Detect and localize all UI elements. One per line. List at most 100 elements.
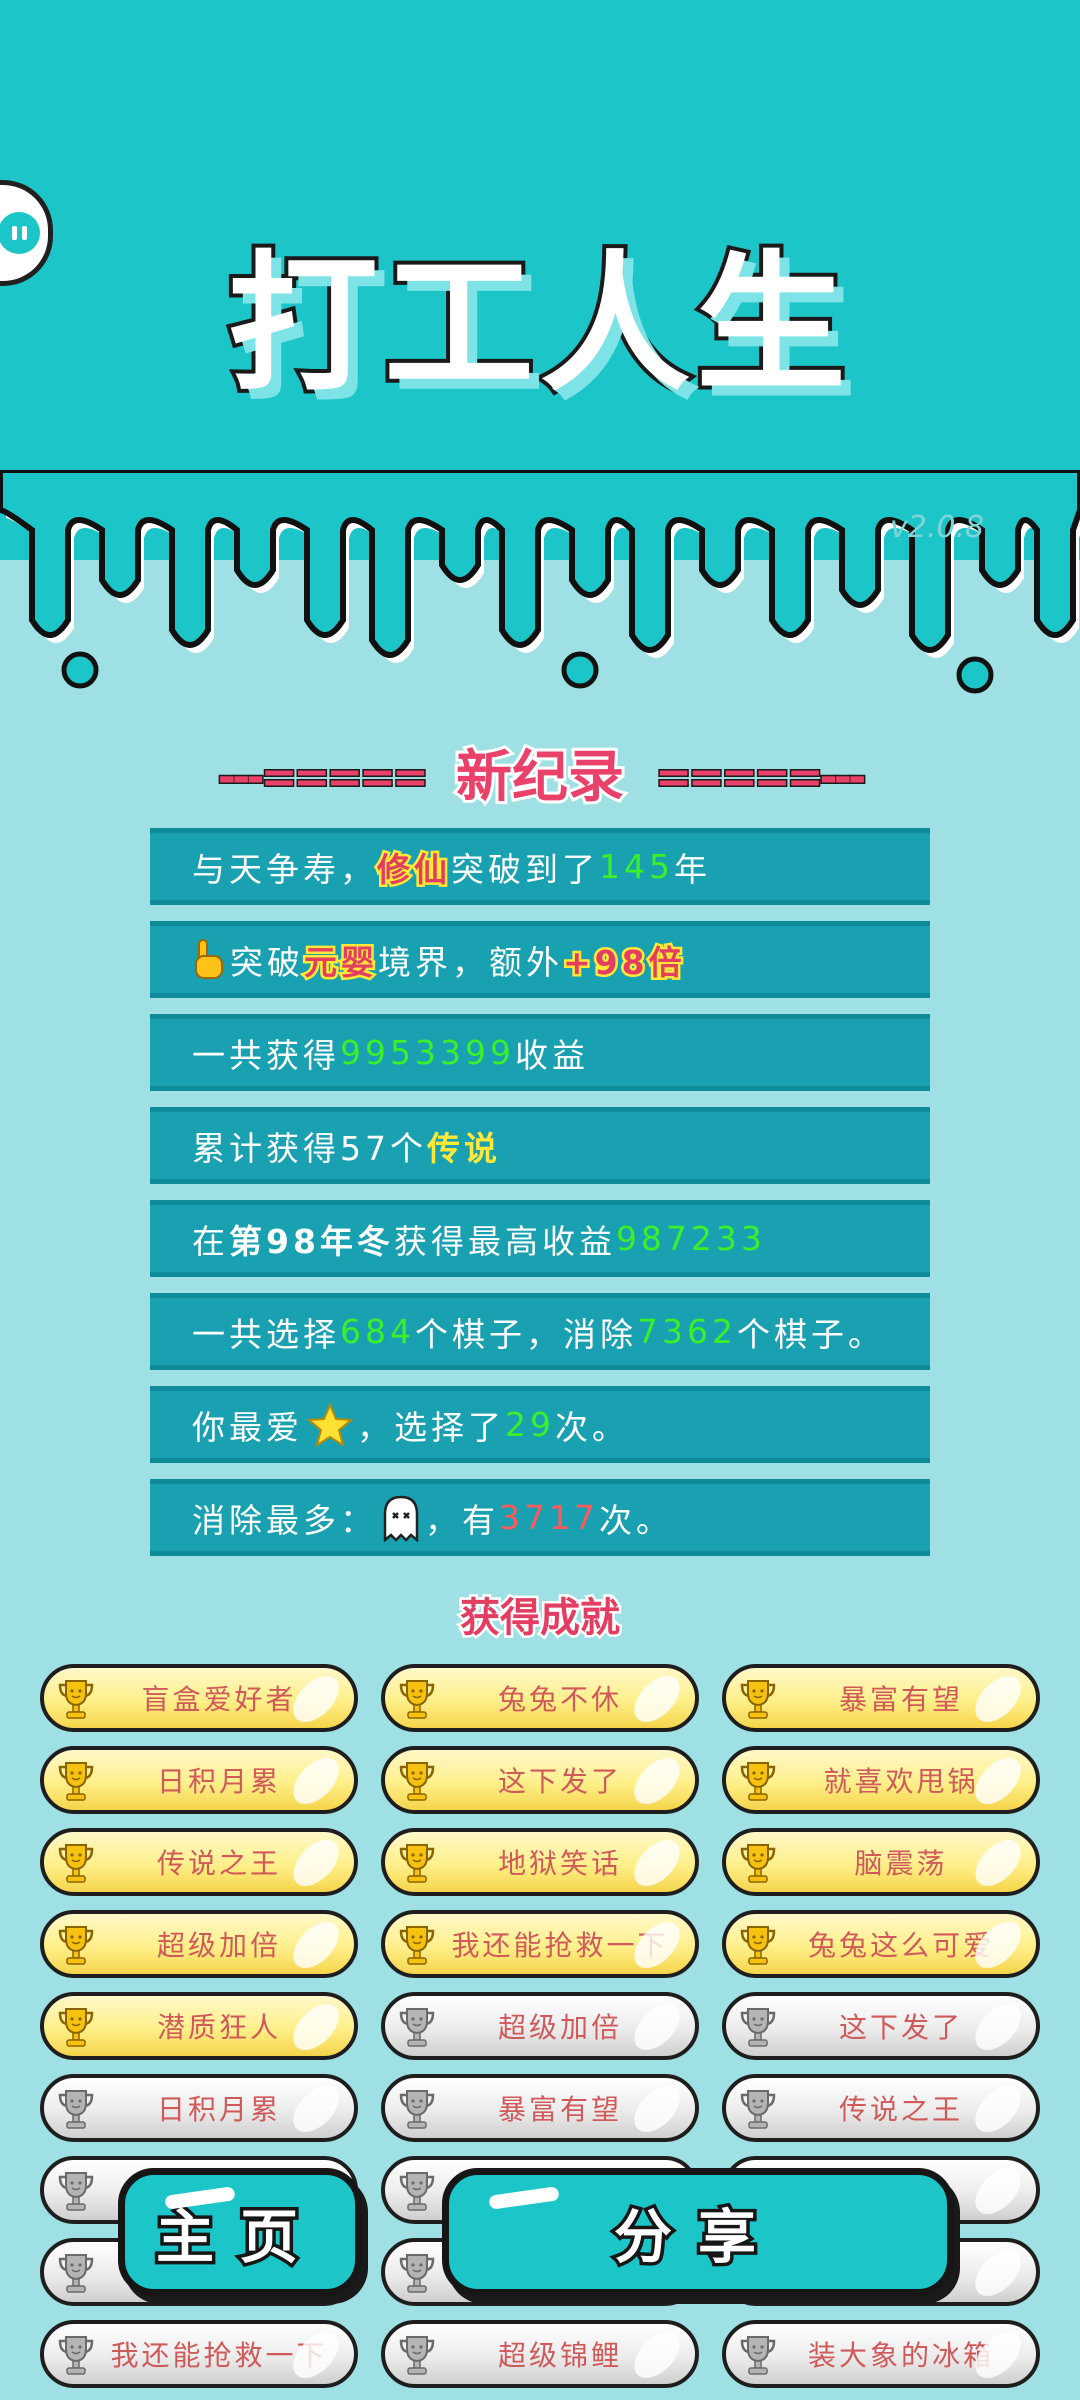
stat-text: 累计获得57个 [192, 1128, 427, 1168]
achievement-label: 盲盒爱好者 [141, 1683, 297, 1716]
trophy-icon [58, 1762, 94, 1801]
trophy-icon [58, 2336, 94, 2375]
trophy-icon [740, 1844, 776, 1883]
achievement-badge[interactable]: 脑震荡 [722, 1828, 1040, 1896]
stat-row-favorite: 你最爱 ，选择了 29 次。 [150, 1386, 930, 1463]
stat-number: 684 [340, 1312, 415, 1351]
achievement-label: 兔兔这么可爱 [807, 1929, 994, 1962]
achievement-label: 脑震荡 [854, 1847, 948, 1880]
stat-text: 个棋子，消除 [415, 1314, 637, 1354]
trophy-icon [399, 2336, 435, 2375]
stat-text: 在 [192, 1221, 229, 1261]
achievement-badge[interactable]: 传说之王 [40, 1828, 358, 1896]
trophy-icon [58, 1680, 94, 1719]
achievement-badge[interactable]: 我还能抢救一下 [381, 1910, 699, 1978]
stat-text: 一共获得 [192, 1035, 340, 1075]
stat-text: 消除最多： [192, 1500, 377, 1540]
badge-shine [285, 2086, 347, 2132]
trophy-icon [399, 1762, 435, 1801]
stat-text: ，选择了 [357, 1407, 505, 1447]
achievement-badge[interactable]: 日积月累 [40, 1746, 358, 1814]
star-icon [307, 1401, 353, 1447]
achievement-badge[interactable]: 装大象的冰箱 [722, 2320, 1040, 2388]
wave-drop [956, 656, 994, 694]
button-gloss [488, 2186, 560, 2210]
achievement-label: 日积月累 [156, 2093, 281, 2126]
achievement-badge[interactable]: 传说之王 [722, 2074, 1040, 2142]
badge-shine [967, 1676, 1029, 1722]
achievement-label: 超级锦鲤 [497, 2339, 622, 2372]
badge-shine [967, 1840, 1029, 1886]
stat-text: 突破 [230, 942, 304, 982]
achievement-badge[interactable]: 盲盒爱好者 [40, 1664, 358, 1732]
stat-row-pieces: 一共选择 684 个棋子，消除 7362 个棋子。 [150, 1293, 930, 1370]
achievement-badge[interactable]: 我还能抢救一下 [40, 2320, 358, 2388]
stat-row-total-income: 一共获得 9953399 收益 [150, 1014, 930, 1091]
achievement-label: 超级加倍 [156, 1929, 281, 1962]
trophy-icon [399, 2008, 435, 2047]
trophy-icon [399, 2172, 435, 2211]
stat-text: 次。 [555, 1407, 629, 1447]
badge-shine [285, 1758, 347, 1804]
trophy-icon [58, 1926, 94, 1965]
stat-text: 年 [674, 849, 711, 889]
achievement-badge[interactable]: 暴富有望 [722, 1664, 1040, 1732]
trophy-icon [58, 1844, 94, 1883]
stat-number: 7362 [637, 1312, 737, 1351]
trophy-icon [740, 2008, 776, 2047]
achievement-badge[interactable]: 日积月累 [40, 2074, 358, 2142]
stat-text: 收益 [514, 1035, 589, 1075]
achievement-badge[interactable]: 潜质狂人 [40, 1992, 358, 2060]
share-button[interactable]: 分享 [442, 2168, 954, 2296]
home-button[interactable]: 主页 [118, 2168, 362, 2296]
trophy-icon [58, 2172, 94, 2211]
badge-shine [967, 2086, 1029, 2132]
trophy-icon [740, 1680, 776, 1719]
achievement-label: 传说之王 [838, 2093, 963, 2126]
achievement-badge[interactable]: 地狱笑话 [381, 1828, 699, 1896]
pause-icon [0, 212, 40, 254]
achievement-badge[interactable]: 兔兔不休 [381, 1664, 699, 1732]
achievements-title: 获得成就 [458, 1593, 623, 1644]
stat-row-most-cleared: 消除最多： ，有 3717 次。 [150, 1479, 930, 1556]
badge-shine [626, 1840, 688, 1886]
achievement-label: 装大象的冰箱 [807, 2339, 994, 2372]
achievement-label: 就喜欢甩锅 [823, 1765, 979, 1798]
achievement-badge[interactable]: 超级加倍 [40, 1910, 358, 1978]
version-label: v2.0.8 [890, 510, 985, 545]
achievement-label: 潜质狂人 [156, 2011, 281, 2044]
badge-shine [626, 1676, 688, 1722]
stat-text: 你最爱 [192, 1407, 303, 1447]
trophy-icon [399, 2090, 435, 2129]
achievement-badge[interactable]: 超级锦鲤 [381, 2320, 699, 2388]
badge-shine [967, 2250, 1029, 2296]
achievement-badge[interactable]: 超级加倍 [381, 1992, 699, 2060]
stat-number: 987233 [615, 1219, 766, 1258]
share-button-label: 分享 [610, 2200, 782, 2275]
stat-highlight: 传说 [427, 1128, 501, 1168]
achievement-label: 暴富有望 [838, 1683, 963, 1716]
achievement-badge[interactable]: 就喜欢甩锅 [722, 1746, 1040, 1814]
achievement-label: 地狱笑话 [497, 1847, 622, 1880]
stat-text: 一共选择 [192, 1314, 340, 1354]
trophy-icon [58, 2008, 94, 2047]
achievement-label: 传说之王 [156, 1847, 281, 1880]
achievement-badge[interactable]: 暴富有望 [381, 2074, 699, 2142]
stat-text: 境界，额外 [378, 942, 563, 982]
stat-text: 获得最高收益 [393, 1221, 616, 1261]
achievement-badge[interactable]: 这下发了 [381, 1746, 699, 1814]
trophy-icon [399, 1926, 435, 1965]
achievement-badge[interactable]: 这下发了 [722, 1992, 1040, 2060]
new-record-header: ---===== 新纪录 =====--- [0, 742, 1080, 813]
pointing-hand-icon [195, 938, 223, 979]
stat-highlight: +98倍 [561, 940, 686, 984]
stat-row-max-income: 在 第98年冬 获得最高收益 987233 [150, 1200, 930, 1277]
stat-highlight: 修仙 [375, 847, 451, 891]
achievement-label: 这下发了 [497, 1765, 622, 1798]
achievement-label: 兔兔不休 [497, 1683, 622, 1716]
stat-text: 与天争寿， [192, 849, 377, 889]
stat-number: 29 [505, 1405, 555, 1444]
achievement-badge[interactable]: 兔兔这么可爱 [722, 1910, 1040, 1978]
badge-shine [285, 2004, 347, 2050]
stat-text: 个棋子。 [736, 1314, 885, 1354]
